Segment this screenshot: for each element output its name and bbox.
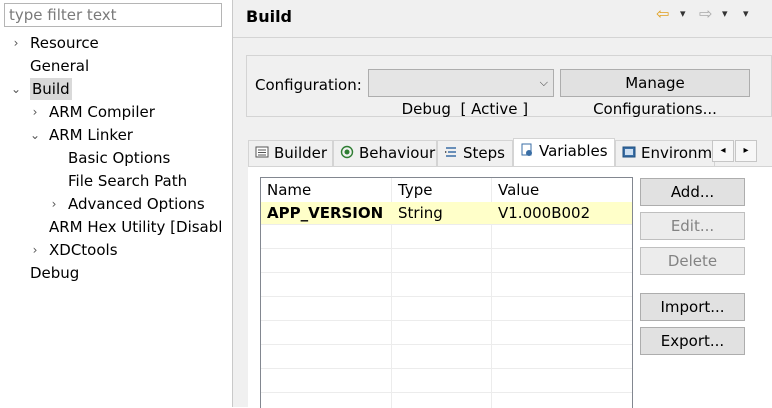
add-button[interactable]: Add...: [640, 178, 745, 206]
tab-scroll-right-button[interactable]: ▸: [735, 140, 757, 162]
table-header: Name Type Value: [261, 178, 632, 201]
variables-table[interactable]: Name Type Value APP_VERSION String V1.00…: [260, 177, 633, 408]
tree-item-label: ARM Linker: [49, 126, 133, 144]
property-tree-panel: › Resource General ⌄ Build › ARM Compile…: [0, 0, 232, 407]
builder-icon: [255, 146, 269, 158]
edit-button[interactable]: Edit...: [640, 212, 745, 240]
configuration-select[interactable]: Debug [ Active ] ⌵: [368, 69, 554, 118]
variables-icon: [521, 143, 532, 156]
header-divider: [233, 37, 772, 38]
tab-behaviour[interactable]: Behaviour: [333, 140, 437, 166]
export-button[interactable]: Export...: [640, 327, 745, 355]
tab-label: Environme: [641, 144, 715, 162]
table-row-empty: [261, 370, 632, 393]
tree-item-label: Resource: [30, 34, 99, 52]
configuration-label: Configuration:: [255, 76, 362, 94]
forward-arrow-icon[interactable]: ⇨: [699, 4, 712, 24]
variable-value: V1.000B002: [498, 204, 591, 222]
chevron-right-icon[interactable]: ›: [29, 101, 41, 123]
filter-input[interactable]: [4, 3, 222, 27]
tree-item-file-search-path[interactable]: File Search Path: [48, 170, 187, 192]
table-row-empty: [261, 250, 632, 273]
tab-variables[interactable]: Variables: [513, 138, 615, 166]
tab-environment[interactable]: Environme: [615, 140, 715, 166]
table-row-empty: [261, 226, 632, 249]
back-dropdown-icon[interactable]: ▾: [680, 4, 686, 24]
tab-label: Builder: [274, 144, 328, 162]
tree-item-basic-options[interactable]: Basic Options: [48, 147, 170, 169]
tree-item-label: General: [30, 57, 90, 75]
tab-scroll-left-button[interactable]: ◂: [712, 140, 734, 162]
environment-icon: [622, 146, 636, 158]
table-row-empty: [261, 346, 632, 369]
forward-dropdown-icon[interactable]: ▾: [722, 4, 728, 24]
tree-item-arm-compiler[interactable]: › ARM Compiler: [29, 101, 155, 123]
tree-item-arm-linker[interactable]: ⌄ ARM Linker: [29, 124, 133, 146]
steps-icon: [445, 147, 456, 157]
tree-item-label: Basic Options: [68, 149, 171, 167]
table-row[interactable]: APP_VERSION String V1.000B002: [261, 202, 632, 225]
column-header-type[interactable]: Type: [392, 178, 432, 201]
tab-label: Variables: [539, 142, 608, 160]
tree-item-label: File Search Path: [68, 172, 188, 190]
build-properties-panel: Build ⇦ ▾ ⇨ ▾ ▾ Configuration: Debug [ A…: [233, 0, 772, 408]
chevron-down-icon[interactable]: ⌄: [10, 78, 22, 100]
tree-item-label: ARM Compiler: [49, 103, 155, 121]
column-header-value[interactable]: Value: [492, 178, 539, 201]
table-row-empty: [261, 322, 632, 345]
chevron-right-icon[interactable]: ›: [48, 193, 60, 215]
tree-item-label: Advanced Options: [68, 195, 205, 213]
import-button[interactable]: Import...: [640, 293, 745, 321]
variable-name: APP_VERSION: [267, 204, 384, 222]
tree-item-advanced-options[interactable]: › Advanced Options: [48, 193, 205, 215]
tree-item-xdctools[interactable]: › XDCtools: [29, 239, 118, 261]
tree-item-label: Debug: [30, 264, 80, 282]
chevron-right-icon[interactable]: ›: [29, 239, 41, 261]
chevron-down-icon[interactable]: ⌄: [29, 124, 41, 146]
chevron-right-icon[interactable]: ›: [10, 32, 22, 54]
manage-configurations-button[interactable]: Manage Configurations...: [560, 69, 750, 118]
tab-label: Steps: [463, 144, 505, 162]
table-row-empty: [261, 274, 632, 297]
tree-item-arm-hex-utility[interactable]: ARM Hex Utility [Disabl: [29, 216, 222, 238]
configuration-group: Configuration: Debug [ Active ] ⌵ Manage…: [246, 55, 772, 118]
tab-builder[interactable]: Builder: [248, 140, 333, 166]
chevron-down-icon: ⌵: [539, 76, 548, 89]
back-arrow-icon[interactable]: ⇦: [656, 4, 669, 24]
tree-item-build[interactable]: ⌄ Build: [10, 78, 72, 100]
tab-label: Behaviour: [359, 144, 436, 162]
column-header-name[interactable]: Name: [261, 178, 311, 201]
behaviour-icon: [340, 145, 354, 159]
tree-item-label: ARM Hex Utility [Disabl: [49, 218, 223, 236]
delete-button[interactable]: Delete: [640, 247, 745, 275]
tab-steps[interactable]: Steps: [437, 140, 513, 166]
view-menu-icon[interactable]: ▾: [743, 4, 749, 24]
tree-item-label: Build: [30, 78, 72, 100]
variable-type: String: [398, 204, 443, 222]
tree-item-debug[interactable]: Debug: [10, 262, 79, 284]
tree-item-resource[interactable]: › Resource: [10, 32, 99, 54]
table-row-empty: [261, 298, 632, 321]
variables-tab-content: Name Type Value APP_VERSION String V1.00…: [248, 166, 772, 408]
tab-bar: Builder Behaviour Steps Variables Enviro…: [248, 138, 758, 166]
page-title: Build: [246, 7, 293, 26]
tree-item-label: XDCtools: [49, 241, 118, 259]
configuration-selected-value: Debug [ Active ]: [401, 100, 529, 118]
tree-item-general[interactable]: General: [10, 55, 89, 77]
